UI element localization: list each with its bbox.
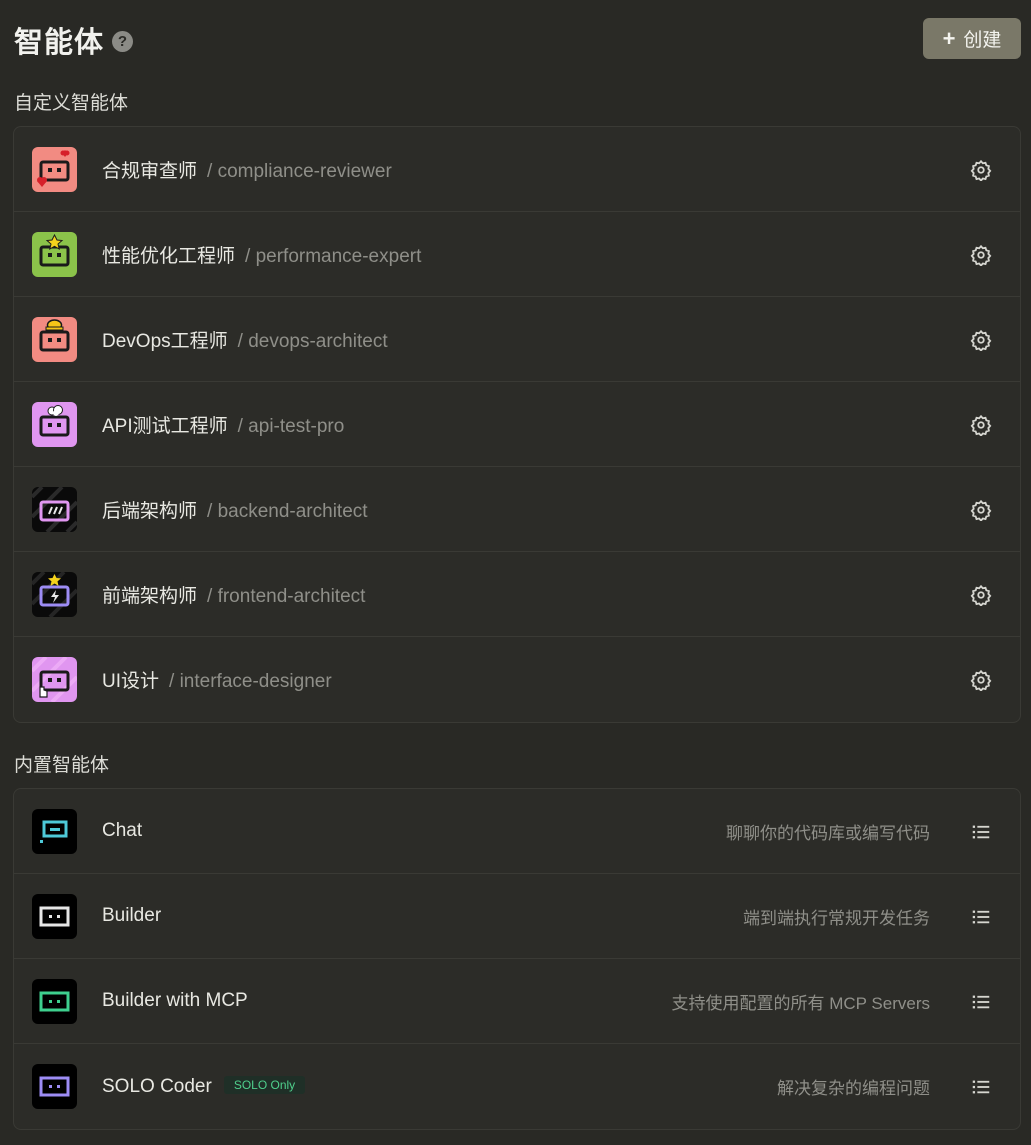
agent-name: 性能优化工程师 / performance-expert (102, 241, 421, 268)
list-item[interactable]: 性能优化工程师 / performance-expert (14, 212, 1020, 297)
list-item[interactable]: API测试工程师 / api-test-pro (14, 382, 1020, 467)
agent-description: 支持使用配置的所有 MCP Servers (671, 993, 931, 1013)
solo-only-badge: SOLO Only (223, 1075, 306, 1094)
agent-name: 前端架构师 / frontend-architect (102, 581, 365, 608)
agent-title: UI设计 (102, 671, 160, 692)
list-icon[interactable] (970, 906, 992, 928)
gear-icon[interactable] (970, 329, 992, 351)
list-item[interactable]: 前端架构师 / frontend-architect (14, 552, 1020, 637)
agent-name: Chat (102, 820, 143, 841)
list-icon[interactable] (970, 1076, 992, 1098)
robot-lightning-icon (32, 572, 77, 617)
list-item[interactable]: 合规审查师 / compliance-reviewer (14, 127, 1020, 212)
agent-id: / interface-designer (169, 671, 332, 692)
create-button-label: 创建 (963, 30, 1002, 51)
agent-name: Builder (102, 905, 162, 926)
agent-title: SOLO Coder (102, 1075, 212, 1097)
agent-name: Builder with MCP (102, 990, 248, 1011)
robot-star-icon (32, 232, 77, 277)
robot-heart-icon (32, 147, 77, 192)
agent-id: / backend-architect (207, 500, 368, 522)
builder-bot-icon (32, 894, 77, 939)
agent-title: 后端架构师 (102, 500, 198, 522)
mcp-bot-icon (32, 979, 77, 1024)
robot-code-icon (32, 487, 77, 532)
robot-cloud-icon (32, 402, 77, 447)
agent-id: / compliance-reviewer (207, 160, 392, 182)
list-item[interactable]: UI设计 / interface-designer (14, 637, 1020, 722)
agent-title: DevOps工程师 (102, 330, 228, 352)
gear-icon[interactable] (970, 159, 992, 181)
question-circle-icon[interactable]: ? (112, 30, 134, 52)
agent-description: 端到端执行常规开发任务 (743, 908, 930, 928)
plus-icon: + (942, 25, 956, 51)
agent-title: 性能优化工程师 (102, 245, 236, 267)
list-item[interactable]: 后端架构师 / backend-architect (14, 467, 1020, 552)
agent-title: 前端架构师 (102, 585, 198, 607)
agent-name: SOLO Coder SOLO Only (102, 1075, 306, 1098)
list-item[interactable]: Builder with MCP 支持使用配置的所有 MCP Servers (14, 959, 1020, 1044)
agent-id: / frontend-architect (207, 585, 366, 607)
gear-icon[interactable] (970, 499, 992, 521)
agent-id: / performance-expert (245, 245, 422, 267)
custom-agents-list: 合规审查师 / compliance-reviewer 性能优化工程师 / perf… (13, 126, 1021, 723)
agent-title: API测试工程师 (102, 415, 228, 437)
create-button[interactable]: + 创建 (923, 18, 1021, 59)
agent-name: DevOps工程师 / devops-architect (102, 326, 388, 353)
list-icon[interactable] (970, 821, 992, 843)
agent-description: 解决复杂的编程问题 (777, 1079, 930, 1098)
list-item[interactable]: Builder 端到端执行常规开发任务 (14, 874, 1020, 959)
solo-bot-icon (32, 1064, 77, 1109)
list-item[interactable]: Chat 聊聊你的代码库或编写代码 (14, 789, 1020, 874)
agent-id: / devops-architect (237, 330, 388, 352)
agent-name: 合规审查师 / compliance-reviewer (102, 156, 392, 183)
agent-description: 聊聊你的代码库或编写代码 (726, 823, 930, 843)
agent-name: API测试工程师 / api-test-pro (102, 411, 344, 438)
robot-cursor-icon (32, 657, 77, 702)
agent-name: 后端架构师 / backend-architect (102, 496, 368, 523)
builtin-agents-list: Chat 聊聊你的代码库或编写代码 Builder 端到端执行常规开发任务 Bu… (13, 788, 1021, 1130)
list-icon[interactable] (970, 991, 992, 1013)
agent-id: / api-test-pro (237, 415, 345, 437)
builtin-section-title: 内置智能体 (14, 755, 110, 776)
list-item[interactable]: DevOps工程师 / devops-architect (14, 297, 1020, 382)
gear-icon[interactable] (970, 669, 992, 691)
agent-title: 合规审查师 (102, 160, 198, 182)
list-item[interactable]: SOLO Coder SOLO Only 解决复杂的编程问题 (14, 1044, 1020, 1129)
gear-icon[interactable] (970, 414, 992, 436)
agent-name: UI设计 / interface-designer (102, 666, 332, 693)
robot-hat-icon (32, 317, 77, 362)
gear-icon[interactable] (970, 244, 992, 266)
page-title: 智能体 (14, 27, 105, 59)
custom-section-title: 自定义智能体 (14, 93, 129, 114)
gear-icon[interactable] (970, 584, 992, 606)
chat-bot-icon (32, 809, 77, 854)
header: 智能体 ? + 创建 (14, 18, 1021, 62)
